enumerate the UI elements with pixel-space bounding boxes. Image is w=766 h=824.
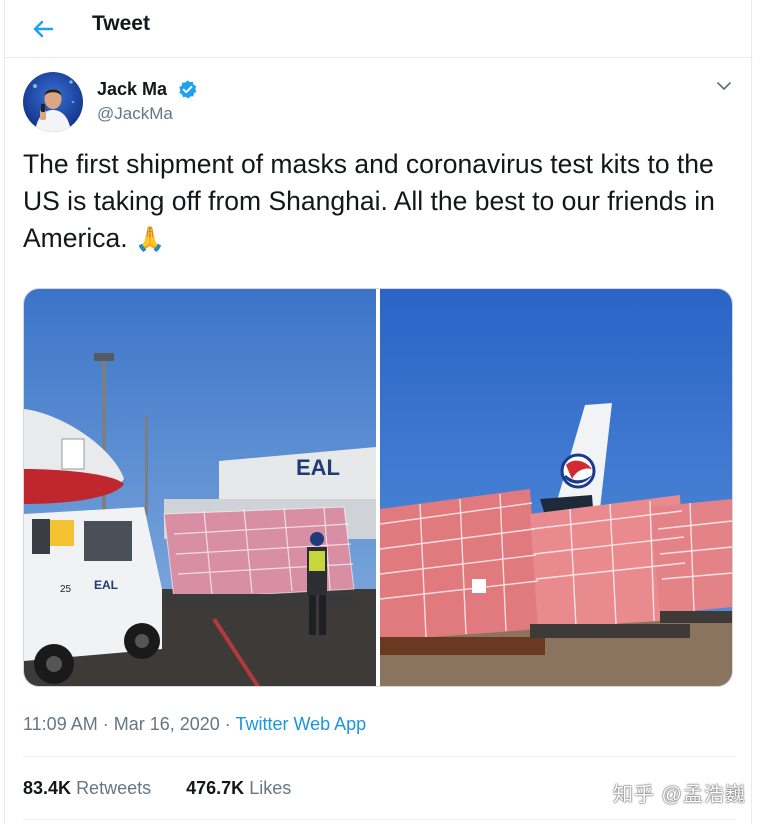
author-name[interactable]: Jack Ma [97, 79, 167, 100]
vehicle-sign: EAL [94, 578, 118, 592]
building-sign: EAL [296, 455, 340, 480]
tweet-time[interactable]: 11:09 AM [23, 714, 98, 734]
tweet-date[interactable]: Mar 16, 2020 [114, 714, 220, 734]
tweet-media[interactable]: EAL EAL 25 [23, 288, 733, 687]
meta-separator: · [97, 714, 114, 734]
tweet-meta: 11:09 AM · Mar 16, 2020 · Twitter Web Ap… [23, 714, 366, 735]
verified-badge-icon [179, 80, 197, 99]
tweet-source-link[interactable]: Twitter Web App [235, 714, 366, 734]
tweet-stats: 83.4K Retweets 476.7K Likes [23, 778, 291, 799]
avatar[interactable] [23, 72, 83, 132]
retweets-count: 83.4K [23, 778, 72, 798]
author-handle[interactable]: @JackMa [97, 104, 173, 124]
page-title: Tweet [92, 12, 150, 35]
arrow-left-icon[interactable] [27, 12, 61, 46]
tweet-text: The first shipment of masks and coronavi… [23, 146, 733, 258]
retweets-label: Retweets [76, 778, 152, 798]
photo-cargo-loader[interactable]: EAL EAL 25 [24, 289, 376, 687]
divider [23, 756, 735, 757]
tweet-page: Tweet Jack Ma @JackMa The first shipment… [4, 0, 753, 824]
divider [23, 819, 735, 820]
tweet-body: The first shipment of masks and coronavi… [23, 149, 715, 253]
photo-cargo-pallets[interactable] [380, 289, 732, 687]
likes-count: 476.7K [186, 778, 245, 798]
top-bar: Tweet [5, 0, 753, 58]
likes-stat[interactable]: 476.7K Likes [186, 778, 291, 798]
likes-label: Likes [249, 778, 292, 798]
chevron-down-icon[interactable] [715, 77, 733, 95]
zhihu-watermark: 知乎 @孟浩巍 [613, 784, 746, 806]
vehicle-number: 25 [60, 584, 72, 595]
retweets-stat[interactable]: 83.4K Retweets [23, 778, 151, 798]
folded-hands-emoji: 🙏 [134, 226, 165, 253]
meta-separator: · [219, 714, 236, 734]
